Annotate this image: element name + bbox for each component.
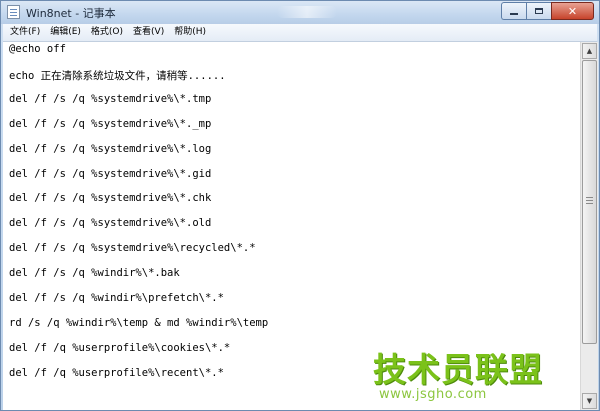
text-line: del /f /s /q %systemdrive%\*.tmp	[9, 93, 212, 105]
text-line: del /f /s /q %systemdrive%\*.gid	[9, 168, 212, 180]
minimize-button[interactable]	[501, 2, 526, 20]
close-button[interactable]: ✕	[551, 2, 594, 20]
text-editor[interactable]: @echo off echo 正在清除系统垃圾文件，请稍等...... del …	[3, 42, 580, 410]
menu-file[interactable]: 文件(F)	[5, 24, 45, 41]
title-bar-blur	[277, 6, 337, 18]
menu-help[interactable]: 帮助(H)	[169, 24, 211, 41]
text-line: del /f /s /q %systemdrive%\*.old	[9, 217, 212, 229]
notepad-icon[interactable]	[7, 5, 20, 19]
vertical-scrollbar[interactable]: ▲ ▼	[580, 42, 598, 410]
scroll-down-button[interactable]: ▼	[582, 393, 597, 409]
scroll-thumb[interactable]	[582, 60, 597, 344]
text-line: rd /s /q %windir%\temp & md %windir%\tem…	[9, 317, 269, 329]
menu-format[interactable]: 格式(O)	[86, 24, 128, 41]
text-line: echo 正在清除系统垃圾文件，请稍等......	[9, 70, 226, 82]
maximize-icon	[535, 8, 543, 14]
notepad-window: Win8net - 记事本 ✕ 文件(F) 编辑(E) 格式(O) 查看(V) …	[0, 0, 600, 411]
text-line: del /f /q %userprofile%\cookies\*.*	[9, 342, 231, 354]
close-icon: ✕	[567, 4, 578, 18]
scroll-grip-icon	[586, 197, 593, 198]
scroll-down-icon: ▼	[586, 397, 593, 405]
menu-bar: 文件(F) 编辑(E) 格式(O) 查看(V) 帮助(H)	[3, 24, 597, 42]
text-line: del /f /s /q %systemdrive%\recycled\*.*	[9, 242, 256, 254]
menu-view[interactable]: 查看(V)	[128, 24, 169, 41]
text-line: del /f /q %userprofile%\recent\*.*	[9, 367, 224, 379]
scroll-up-icon: ▲	[586, 47, 593, 55]
menu-edit[interactable]: 编辑(E)	[45, 24, 86, 41]
text-line: del /f /s /q %windir%\*.bak	[9, 267, 180, 279]
minimize-icon	[510, 13, 518, 15]
window-controls: ✕	[501, 2, 594, 20]
scroll-up-button[interactable]: ▲	[582, 43, 597, 59]
text-line: del /f /s /q %systemdrive%\*.chk	[9, 192, 212, 204]
text-line: @echo off	[9, 43, 66, 55]
title-bar[interactable]: Win8net - 记事本 ✕	[1, 1, 599, 24]
text-line: del /f /s /q %systemdrive%\*._mp	[9, 118, 212, 130]
maximize-button[interactable]	[526, 2, 551, 20]
text-line: del /f /s /q %windir%\prefetch\*.*	[9, 292, 224, 304]
text-line: del /f /s /q %systemdrive%\*.log	[9, 143, 212, 155]
window-title: Win8net - 记事本	[26, 7, 116, 20]
